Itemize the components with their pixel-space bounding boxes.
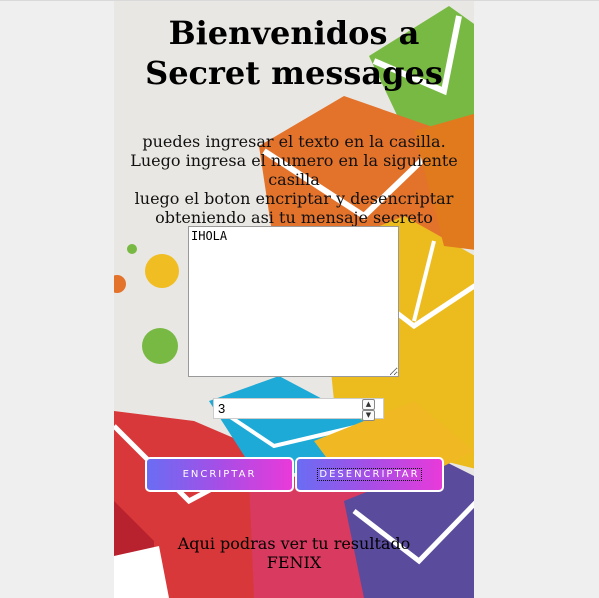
spinner-down-icon[interactable]: ▼: [362, 410, 375, 421]
spinner-up-icon[interactable]: ▲: [362, 399, 375, 410]
encrypt-button-label: ENCRIPTAR: [182, 469, 257, 480]
message-textarea[interactable]: IHOLA: [188, 226, 399, 377]
shift-number-input[interactable]: [218, 400, 358, 417]
result-label: Aqui podras ver tu resultado: [177, 534, 411, 553]
decrypt-button-label: DESENCRIPTAR: [317, 468, 422, 481]
app-page: Bienvenidos a Secret messages puedes ing…: [114, 1, 474, 598]
instructions: puedes ingresar el texto en la casilla. …: [124, 132, 464, 227]
main-content: Bienvenidos a Secret messages puedes ing…: [114, 1, 474, 598]
decrypt-button[interactable]: DESENCRIPTAR: [295, 457, 444, 492]
instruction-line: obteniendo asi tu mensaje secreto: [155, 208, 433, 227]
encrypt-button[interactable]: ENCRIPTAR: [145, 457, 294, 492]
instruction-line: luego el boton encriptar y desencriptar: [134, 189, 454, 208]
instruction-line: puedes ingresar el texto en la casilla.: [142, 132, 446, 151]
shift-number-field[interactable]: ▲ ▼: [213, 398, 384, 421]
result-value: FENIX: [266, 553, 322, 572]
page-title: Bienvenidos a Secret messages: [145, 14, 443, 92]
number-spinner[interactable]: ▲ ▼: [362, 399, 375, 421]
instruction-line: Luego ingresa el numero en la siguiente …: [130, 151, 458, 189]
result-area: Aqui podras ver tu resultado FENIX: [114, 534, 474, 572]
